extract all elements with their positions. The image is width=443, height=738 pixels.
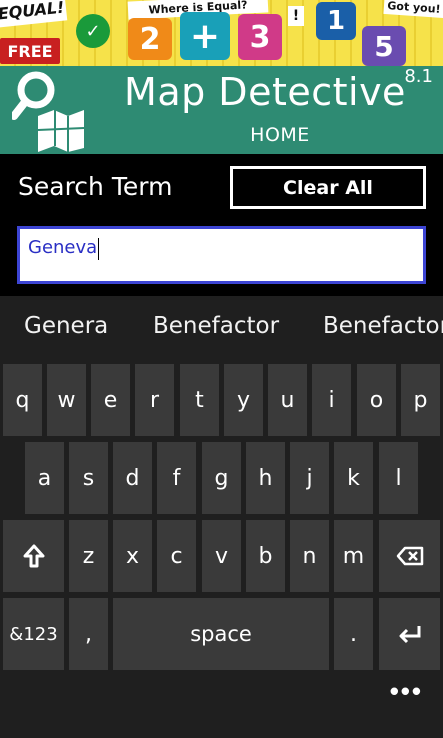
banner-green-badge: ✓ — [76, 14, 110, 48]
banner-exclaim-tag: ! — [288, 6, 304, 26]
shift-key[interactable] — [3, 520, 64, 592]
banner-tile-3: 3 — [238, 14, 282, 60]
comma-key[interactable]: , — [69, 598, 108, 670]
search-input[interactable]: Geneva — [17, 226, 426, 284]
header-banner-image: EQUAL! FREE ✓ Where is Equal? 2 + 3 1 5 … — [0, 0, 443, 66]
banner-tile-5: 5 — [362, 26, 406, 66]
key-a[interactable]: a — [25, 442, 64, 514]
more-options-button[interactable]: ••• — [390, 676, 423, 707]
shift-arrow-icon — [23, 544, 44, 568]
key-s[interactable]: s — [69, 442, 108, 514]
banner-tile-1: 1 — [316, 2, 356, 40]
banner-tile-plus: + — [180, 12, 230, 60]
suggestion-item[interactable]: Benefactor — [323, 313, 443, 339]
key-m[interactable]: m — [334, 520, 373, 592]
key-q[interactable]: q — [3, 364, 42, 436]
app-title: Map Detective — [124, 70, 406, 114]
key-j[interactable]: j — [290, 442, 329, 514]
magnifier-map-logo-icon — [12, 71, 85, 152]
key-l[interactable]: l — [379, 442, 418, 514]
space-key[interactable]: space — [113, 598, 329, 670]
text-caret — [98, 237, 100, 260]
key-d[interactable]: d — [113, 442, 152, 514]
key-v[interactable]: v — [202, 520, 241, 592]
backspace-key[interactable] — [379, 520, 440, 592]
key-i[interactable]: i — [312, 364, 351, 436]
key-c[interactable]: c — [157, 520, 196, 592]
key-b[interactable]: b — [246, 520, 285, 592]
key-o[interactable]: o — [357, 364, 396, 436]
key-e[interactable]: e — [91, 364, 130, 436]
period-key[interactable]: . — [334, 598, 373, 670]
search-input-value: Geneva — [28, 237, 98, 258]
key-w[interactable]: w — [47, 364, 86, 436]
key-h[interactable]: h — [246, 442, 285, 514]
key-g[interactable]: g — [202, 442, 241, 514]
banner-tile-2: 2 — [128, 18, 172, 60]
on-screen-keyboard: Genera Benefactor Benefactor q w e r t y… — [0, 296, 443, 738]
enter-key[interactable] — [379, 598, 440, 670]
suggestion-item[interactable]: Genera — [24, 313, 108, 339]
word-suggestion-bar: Genera Benefactor Benefactor — [0, 296, 443, 360]
page-subtitle: HOME — [250, 124, 310, 146]
key-p[interactable]: p — [401, 364, 440, 436]
backspace-icon — [396, 546, 423, 566]
banner-free-tag: FREE — [0, 38, 60, 64]
key-t[interactable]: t — [180, 364, 219, 436]
key-f[interactable]: f — [157, 442, 196, 514]
search-term-label: Search Term — [18, 172, 173, 201]
version-label: 8.1 — [404, 66, 433, 87]
key-k[interactable]: k — [334, 442, 373, 514]
suggestion-item[interactable]: Benefactor — [153, 313, 279, 339]
key-n[interactable]: n — [290, 520, 329, 592]
key-z[interactable]: z — [69, 520, 108, 592]
clear-all-button[interactable]: Clear All — [230, 166, 426, 209]
key-r[interactable]: r — [135, 364, 174, 436]
symbols-key[interactable]: &123 — [3, 598, 64, 670]
app-header: Map Detective 8.1 HOME — [0, 66, 443, 154]
key-u[interactable]: u — [268, 364, 307, 436]
key-y[interactable]: y — [224, 364, 263, 436]
key-x[interactable]: x — [113, 520, 152, 592]
enter-icon — [399, 626, 420, 644]
